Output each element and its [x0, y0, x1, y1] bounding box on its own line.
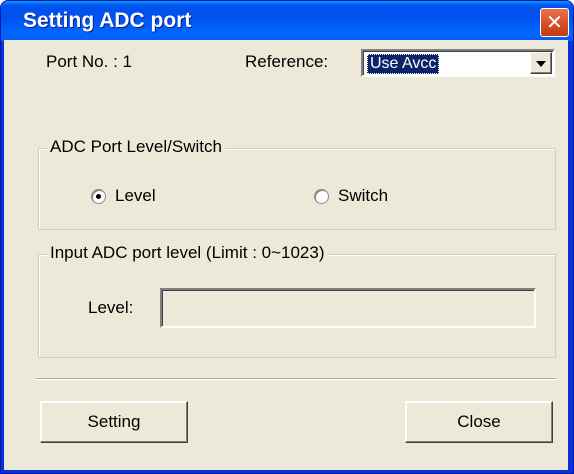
level-radio[interactable]: Level: [91, 186, 156, 206]
close-button[interactable]: Close: [405, 401, 553, 443]
level-field-label: Level:: [88, 298, 134, 317]
chevron-down-icon: [536, 61, 546, 67]
reference-label: Reference:: [245, 52, 329, 71]
level-radio-label: Level: [115, 186, 156, 205]
radio-checked-icon[interactable]: [91, 188, 106, 204]
window-title: Setting ADC port: [23, 9, 192, 32]
input-group-title: Input ADC port level (Limit : 0~1023): [47, 243, 328, 263]
dropdown-button[interactable]: [530, 52, 552, 74]
title-bar[interactable]: Setting ADC port ✕: [1, 1, 573, 41]
radio-unchecked-icon[interactable]: [314, 188, 329, 204]
separator: [36, 378, 556, 380]
mode-group-title: ADC Port Level/Switch: [47, 137, 225, 157]
port-number-label: Port No. : 1: [46, 52, 132, 71]
reference-selected-value: Use Avcc: [367, 54, 440, 74]
setting-button[interactable]: Setting: [40, 401, 188, 443]
close-window-icon[interactable]: ✕: [540, 8, 569, 37]
switch-radio-label: Switch: [338, 186, 389, 205]
switch-radio[interactable]: Switch: [314, 186, 388, 206]
level-input[interactable]: [160, 288, 536, 328]
reference-select[interactable]: Use Avcc: [361, 49, 555, 77]
